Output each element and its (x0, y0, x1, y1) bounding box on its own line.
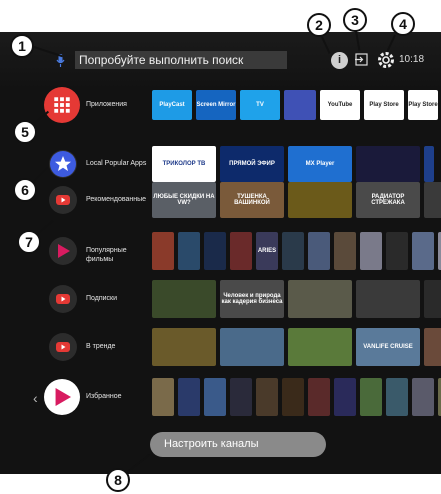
content-tile[interactable] (152, 378, 174, 416)
row-label: Рекомендованные (86, 196, 147, 203)
play-movies-icon[interactable] (49, 237, 77, 265)
content-tile[interactable] (282, 378, 304, 416)
content-tile[interactable] (288, 280, 352, 318)
channel-row: Популярные фильмы ARIES (0, 232, 441, 270)
channel-row: Приложения PlayCast Screen Mirror TV YouTube… (0, 87, 441, 123)
content-tile[interactable]: PlayCast (152, 90, 192, 120)
channel-row: Избранное (0, 378, 441, 416)
content-tile[interactable] (334, 378, 356, 416)
content-tile[interactable] (220, 328, 284, 366)
youtube-icon[interactable] (49, 186, 77, 214)
content-tile[interactable]: ЛЮБЫЕ СКИДКИ НА VW? (152, 182, 216, 218)
row-label: Приложения (86, 101, 127, 108)
content-tile[interactable]: ПРЯМОЙ ЭФИР (220, 146, 284, 182)
content-tile[interactable]: Человек и природа как кадерия бизнеса (220, 280, 284, 318)
content-tile[interactable] (424, 146, 434, 182)
content-tile[interactable] (308, 232, 330, 270)
content-tile[interactable] (308, 378, 330, 416)
input-source-icon[interactable] (355, 53, 368, 66)
content-tile[interactable]: ТРИКОЛОР ТВ (152, 146, 216, 182)
youtube-icon[interactable] (49, 333, 77, 361)
content-tile[interactable] (424, 328, 441, 366)
content-tile[interactable] (356, 280, 420, 318)
customize-channels-button[interactable]: Настроить каналы (150, 432, 326, 457)
channel-row: Local Popular Apps ТРИКОЛОР ТВ ПРЯМОЙ ЭФИР… (0, 146, 441, 182)
content-tile[interactable]: Play Store (408, 90, 438, 120)
content-tile[interactable] (284, 90, 316, 120)
row-label: Подписки (86, 295, 118, 302)
youtube-icon[interactable] (49, 285, 77, 313)
content-tile[interactable]: TV (240, 90, 280, 120)
content-tile[interactable] (178, 378, 200, 416)
content-tile[interactable] (152, 232, 174, 270)
content-tile[interactable] (152, 280, 216, 318)
content-tile[interactable] (360, 378, 382, 416)
channel-row: Рекомендованные ЛЮБЫЕ СКИДКИ НА VW? ТУШЕНК… (0, 182, 441, 218)
content-tile[interactable] (282, 232, 304, 270)
content-tile[interactable]: ARIES (256, 232, 278, 270)
star-icon[interactable] (49, 150, 77, 178)
chevron-left-icon[interactable]: ‹ (33, 390, 38, 406)
callout-6: 6 (13, 178, 37, 202)
content-tile[interactable] (424, 280, 441, 318)
content-tile[interactable] (152, 328, 216, 366)
content-tile[interactable]: Screen Mirror (196, 90, 236, 120)
row-label: Избранное (86, 393, 122, 400)
content-tile[interactable]: ТУШЕНКА ВАШИНКОЙ (220, 182, 284, 218)
content-tile[interactable] (288, 182, 352, 218)
content-tile[interactable] (412, 378, 434, 416)
row-label: Local Popular Apps (86, 160, 147, 167)
channel-row: Подписки Человек и природа как кадерия би… (0, 280, 441, 318)
info-icon[interactable]: i (331, 52, 348, 69)
content-tile[interactable] (386, 378, 408, 416)
row-tiles: ТРИКОЛОР ТВ ПРЯМОЙ ЭФИР MX Player (152, 146, 441, 182)
callout-5: 5 (13, 120, 37, 144)
row-tiles: PlayCast Screen Mirror TV YouTube Play Store… (152, 90, 441, 120)
callout-3: 3 (343, 8, 367, 32)
content-tile[interactable]: YouTube (320, 90, 360, 120)
content-tile[interactable] (204, 378, 226, 416)
callout-7: 7 (17, 230, 41, 254)
content-tile[interactable]: РАДИАТОР СТРЕЖАКА (356, 182, 420, 218)
content-tile[interactable] (178, 232, 200, 270)
row-label: В тренде (86, 343, 116, 350)
callout-2: 2 (307, 13, 331, 37)
callout-8: 8 (106, 468, 130, 492)
content-tile[interactable] (356, 146, 420, 182)
callout-4: 4 (391, 12, 415, 36)
row-tiles: Человек и природа как кадерия бизнеса (152, 280, 441, 318)
content-tile[interactable]: VANLIFE CRUISE (356, 328, 420, 366)
content-tile[interactable] (412, 232, 434, 270)
row-label: Популярные фильмы (86, 247, 127, 263)
content-tile[interactable] (386, 232, 408, 270)
row-tiles: ARIES (152, 232, 441, 270)
content-tile[interactable] (288, 328, 352, 366)
content-tile[interactable]: Play Store (364, 90, 404, 120)
clock: 10:18 (399, 54, 425, 65)
content-tile[interactable] (204, 232, 226, 270)
apps-grid-icon[interactable] (44, 87, 80, 123)
row-tiles: ЛЮБЫЕ СКИДКИ НА VW? ТУШЕНКА ВАШИНКОЙ РАДИА… (152, 182, 441, 218)
content-tile[interactable] (360, 232, 382, 270)
content-tile[interactable] (230, 378, 252, 416)
callout-1: 1 (10, 34, 34, 58)
content-tile[interactable] (424, 182, 441, 218)
search-input[interactable]: Попробуйте выполнить поиск (75, 51, 287, 69)
play-movies-icon[interactable] (44, 379, 80, 415)
row-tiles: VANLIFE CRUISE (152, 328, 441, 366)
channel-row: В тренде VANLIFE CRUISE (0, 328, 441, 366)
content-tile[interactable] (256, 378, 278, 416)
row-tiles (152, 378, 441, 416)
content-tile[interactable]: MX Player (288, 146, 352, 182)
content-tile[interactable] (230, 232, 252, 270)
settings-gear-icon[interactable] (377, 51, 395, 69)
content-tile[interactable] (334, 232, 356, 270)
